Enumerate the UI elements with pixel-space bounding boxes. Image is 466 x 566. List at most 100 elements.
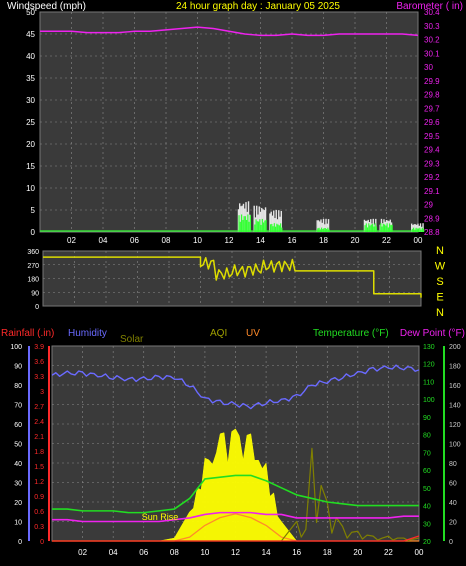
windspeed-tick-label: 5 (31, 206, 36, 215)
windspeed-axis-title: Windspeed (mph) (7, 1, 86, 12)
direction-tick-label: 270 (27, 263, 39, 270)
humidity-tick-label: 60 (14, 422, 22, 429)
barometer-tick-label: 30.1 (424, 49, 440, 58)
temperature-tick-label: 120 (423, 362, 435, 369)
time-tick-label: 06 (139, 548, 148, 557)
barometer-tick-label: 29.6 (424, 118, 440, 127)
rain-tick-label: 0 (40, 539, 44, 546)
humidity-tick-label: 40 (14, 461, 22, 468)
solar-tick-label: 0 (449, 539, 453, 546)
barometer-axis-title: Barometer ( in) (396, 1, 463, 12)
time-tick-label: 18 (319, 236, 328, 245)
windspeed-tick-label: 40 (26, 52, 35, 61)
rain-tick-label: 0.6 (34, 509, 44, 516)
time-tick-label: 22 (382, 236, 391, 245)
barometer-tick-label: 28.9 (424, 214, 440, 223)
time-tick-label: 02 (67, 236, 76, 245)
weather-chart-svg: 0510152025303540455028.828.92929.129.229… (1, 1, 465, 557)
solar-tick-label: 200 (449, 344, 461, 351)
rain-tick-label: 2.4 (34, 419, 44, 426)
temperature-tick-label: 100 (423, 397, 435, 404)
time-tick-label: 14 (262, 548, 271, 557)
barometer-tick-label: 29.5 (424, 132, 440, 141)
rainfall-legend-label: Rainfall (.in) (1, 328, 54, 339)
direction-tick-label: 90 (31, 290, 39, 297)
barometer-tick-label: 29.2 (424, 173, 440, 182)
time-tick-label: 10 (200, 548, 209, 557)
humidity-tick-label: 50 (14, 442, 22, 449)
barometer-tick-label: 29.4 (424, 146, 440, 155)
compass-label: W (435, 261, 446, 273)
windspeed-tick-label: 10 (26, 184, 35, 193)
time-tick-label: 16 (292, 548, 301, 557)
time-tick-label: 14 (256, 236, 265, 245)
solar-tick-label: 160 (449, 383, 461, 390)
barometer-tick-label: 29.8 (424, 91, 440, 100)
rain-tick-label: 1.8 (34, 449, 44, 456)
compass-label: E (436, 292, 443, 304)
windspeed-tick-label: 0 (31, 228, 36, 237)
windspeed-tick-label: 15 (26, 162, 35, 171)
rain-tick-label: 0.3 (34, 524, 44, 531)
humidity-tick-label: 80 (14, 383, 22, 390)
compass-label: N (436, 245, 444, 257)
dew-point-legend-label: Dew Point (°F) (400, 328, 465, 339)
time-tick-label: 04 (99, 236, 108, 245)
time-tick-label: 02 (78, 548, 87, 557)
temperature-legend-label: Temperature (°F) (313, 328, 389, 339)
compass-label: N (436, 307, 444, 319)
humidity-tick-label: 20 (14, 500, 22, 507)
time-tick-label: 20 (351, 236, 360, 245)
direction-tick-label: 0 (35, 304, 39, 311)
direction-tick-label: 180 (27, 277, 39, 284)
temperature-tick-label: 40 (423, 504, 431, 511)
barometer-tick-label: 29 (424, 201, 433, 210)
time-tick-label: 22 (384, 548, 393, 557)
rain-tick-label: 3 (40, 389, 44, 396)
rain-tick-label: 2.1 (34, 434, 44, 441)
solar-legend-label: Solar (120, 334, 144, 345)
temperature-tick-label: 130 (423, 344, 435, 351)
barometer-tick-label: 28.8 (424, 228, 440, 237)
humidity-tick-label: 100 (10, 344, 22, 351)
solar-tick-label: 180 (449, 364, 461, 371)
rain-tick-label: 1.5 (34, 464, 44, 471)
temperature-tick-label: 90 (423, 415, 431, 422)
windspeed-tick-label: 25 (26, 118, 35, 127)
rain-tick-label: 3.6 (34, 359, 44, 366)
time-tick-label: 20 (353, 548, 362, 557)
humidity-tick-label: 70 (14, 403, 22, 410)
rain-tick-label: 1.2 (34, 479, 44, 486)
barometer-tick-label: 29.9 (424, 77, 440, 86)
compass-label: S (436, 276, 443, 288)
graph-title: 24 hour graph day : January 05 2025 (176, 1, 340, 12)
windspeed-tick-label: 20 (26, 140, 35, 149)
time-tick-label: 00 (415, 548, 424, 557)
temperature-tick-label: 50 (423, 486, 431, 493)
solar-tick-label: 140 (449, 403, 461, 410)
humidity-tick-label: 90 (14, 364, 22, 371)
sunrise-label: Sun Rise (142, 512, 179, 522)
barometer-tick-label: 30 (424, 63, 433, 72)
barometer-tick-label: 30.3 (424, 22, 440, 31)
solar-tick-label: 120 (449, 422, 461, 429)
time-tick-label: 12 (231, 548, 240, 557)
temperature-tick-label: 80 (423, 433, 431, 440)
time-tick-label: 08 (162, 236, 171, 245)
time-tick-label: 06 (130, 236, 139, 245)
barometer-tick-label: 30.2 (424, 36, 440, 45)
solar-tick-label: 100 (449, 442, 461, 449)
uv-legend-label: UV (246, 328, 260, 339)
humidity-tick-label: 30 (14, 481, 22, 488)
windspeed-tick-label: 45 (26, 30, 35, 39)
humidity-legend-label: Humidity (68, 328, 107, 339)
time-tick-label: 10 (193, 236, 202, 245)
humidity-tick-label: 10 (14, 520, 22, 527)
time-tick-label: 18 (323, 548, 332, 557)
solar-tick-label: 80 (449, 461, 457, 468)
aqi-legend-label: AQI (210, 328, 227, 339)
temperature-tick-label: 70 (423, 450, 431, 457)
windspeed-tick-label: 30 (26, 96, 35, 105)
solar-tick-label: 60 (449, 481, 457, 488)
temperature-tick-label: 60 (423, 468, 431, 475)
